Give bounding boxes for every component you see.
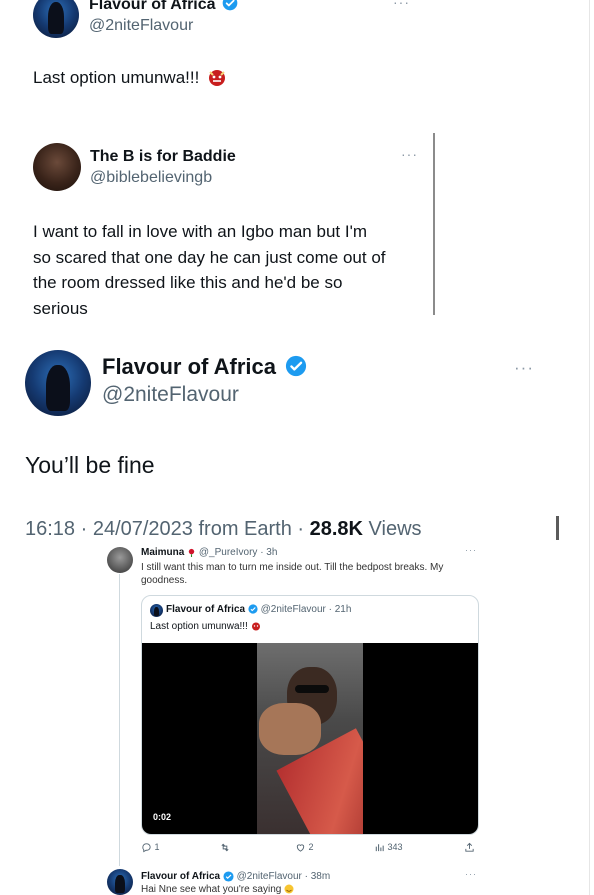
avatar[interactable] xyxy=(25,350,91,416)
quote-card[interactable]: Flavour of Africa @2niteFlavour · 21h La… xyxy=(141,595,479,835)
author-row: Flavour of Africa xyxy=(102,354,307,380)
verified-badge-icon xyxy=(286,356,307,377)
retweet-button[interactable] xyxy=(219,842,231,853)
author-row: Flavour of Africa @2niteFlavour · 38m xyxy=(141,871,330,882)
video-player[interactable]: 0:02 xyxy=(142,643,478,834)
heart-icon xyxy=(296,844,305,852)
avatar[interactable] xyxy=(107,869,133,895)
quote-text: Last option umunwa!!! xyxy=(150,621,261,632)
tweet-time: · 21h xyxy=(328,604,352,615)
avatar[interactable] xyxy=(33,143,81,191)
author-row: Flavour of Africa xyxy=(89,0,238,14)
text-line: so scared that one day he can just come … xyxy=(33,247,386,267)
reply-button[interactable]: 1 xyxy=(141,842,160,853)
thread-connector xyxy=(119,574,120,866)
text-line: I still want this man to turn me inside … xyxy=(141,562,444,573)
author-handle[interactable]: @2niteFlavour xyxy=(102,383,239,407)
text-line: I want to fall in love with an Igbo man … xyxy=(33,222,367,241)
more-icon[interactable]: ··· xyxy=(514,358,534,378)
text-line: the room dressed like this and he'd be s… xyxy=(33,273,343,292)
bar-chart-icon xyxy=(375,844,384,852)
more-icon[interactable]: ··· xyxy=(465,869,477,879)
quote-text-content: Last option umunwa!!! xyxy=(150,621,248,632)
avatar[interactable] xyxy=(33,0,79,38)
verified-badge-icon xyxy=(222,0,238,11)
smiling-emoji-icon xyxy=(284,884,294,894)
author-name[interactable]: The B is for Baddie xyxy=(90,148,236,166)
views-label: Views xyxy=(362,518,422,540)
author-handle[interactable]: @_PureIvory xyxy=(199,547,258,558)
author-handle[interactable]: @2niteFlavour xyxy=(89,17,193,35)
tweet-meta: 16:18 · 24/07/2023 from Earth · 28.8K Vi… xyxy=(25,518,422,541)
reply-text: Hai Nne see what you're saying xyxy=(141,884,294,895)
avatar xyxy=(150,604,163,617)
views-count: 28.8K xyxy=(309,518,363,540)
author-row: Maimuna @_PureIvory · 3h xyxy=(141,547,277,558)
video-timestamp: 0:02 xyxy=(149,811,176,823)
thread-line xyxy=(433,133,435,315)
like-button[interactable]: 2 xyxy=(295,842,314,853)
quote-author-row: Flavour of Africa @2niteFlavour · 21h xyxy=(166,604,351,615)
tweet-time: · 3h xyxy=(260,547,278,558)
share-button[interactable] xyxy=(464,842,475,853)
verified-badge-icon xyxy=(248,604,258,614)
retweet-icon xyxy=(221,843,229,852)
reply-text-content: Hai Nne see what you're saying xyxy=(141,884,282,895)
author-name: Flavour of Africa xyxy=(166,604,246,615)
reply-text: I still want this man to turn me inside … xyxy=(141,561,443,587)
page-divider xyxy=(589,0,590,895)
tweet-text: Last option umunwa!!! xyxy=(33,68,227,88)
scroll-bar[interactable] xyxy=(556,516,559,540)
tweet-time: · 38m xyxy=(304,871,331,883)
author-name[interactable]: Maimuna xyxy=(141,547,184,558)
tweet-text: You’ll be fine xyxy=(25,452,155,478)
tweet-text-content: Last option umunwa!!! xyxy=(33,68,200,87)
sunglasses xyxy=(295,685,329,693)
more-icon[interactable]: ··· xyxy=(393,0,410,10)
more-icon[interactable]: ··· xyxy=(465,545,477,555)
verified-badge-icon xyxy=(223,871,234,882)
author-name[interactable]: Flavour of Africa xyxy=(89,0,216,13)
text-line: goodness. xyxy=(141,575,188,586)
ogre-emoji-icon xyxy=(251,622,260,631)
reply-count: 1 xyxy=(154,842,160,852)
avatar[interactable] xyxy=(107,547,133,573)
views-button[interactable]: 343 xyxy=(374,842,403,853)
quoted-tweet-text: I want to fall in love with an Igbo man … xyxy=(33,219,386,321)
hand xyxy=(259,703,321,755)
author-handle[interactable]: @biblebelievingb xyxy=(90,169,212,187)
author-name[interactable]: Flavour of Africa xyxy=(102,354,276,379)
timestamp-source[interactable]: 16:18 · 24/07/2023 from Earth · xyxy=(25,518,310,540)
author-handle: @2niteFlavour xyxy=(260,604,326,615)
share-icon xyxy=(465,842,474,852)
author-handle[interactable]: @2niteFlavour xyxy=(237,871,302,882)
more-icon[interactable]: ··· xyxy=(401,146,418,162)
like-count: 2 xyxy=(308,842,314,852)
author-name[interactable]: Flavour of Africa xyxy=(141,871,220,882)
rose-icon xyxy=(188,548,195,557)
action-bar: 1 2 343 xyxy=(141,842,481,856)
ogre-emoji-icon xyxy=(209,70,226,87)
text-line: serious xyxy=(33,298,88,318)
video-frame xyxy=(257,643,363,834)
views-count: 343 xyxy=(387,842,403,852)
reply-icon xyxy=(142,843,151,853)
